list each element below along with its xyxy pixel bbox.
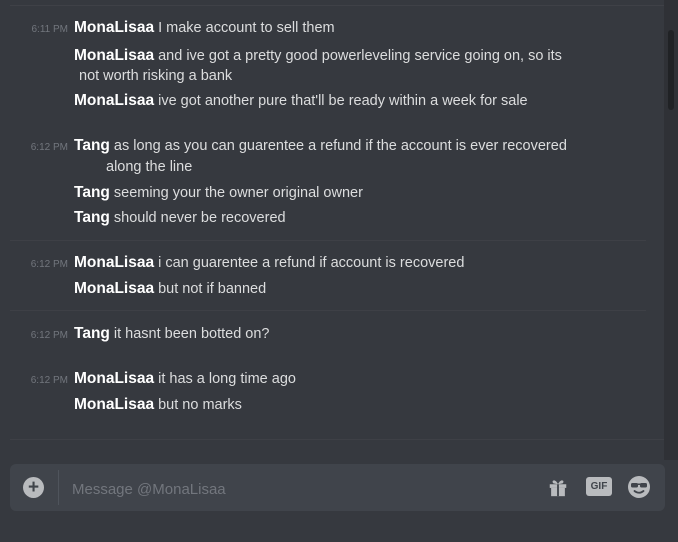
message-timestamp: 6:11 PM: [31, 24, 69, 35]
message-line: MonaLisaa ive got another pure that'll be…: [74, 91, 604, 111]
message-line: Tang seeming your the owner original owne…: [74, 183, 604, 203]
message-text: not worth risking a bank: [79, 68, 233, 84]
message-line: Tang should never be recovered: [74, 208, 604, 228]
message-author[interactable]: MonaLisaa: [74, 370, 154, 387]
message-author[interactable]: MonaLisaa: [74, 396, 154, 413]
message-author[interactable]: MonaLisaa: [74, 19, 154, 36]
message-text: and ive got a pretty good powerleveling …: [158, 48, 562, 64]
message-divider: [10, 310, 646, 311]
message-line-wrap: along the line: [106, 157, 636, 177]
scrollbar-thumb[interactable]: [668, 30, 674, 110]
message-text: i can guarentee a refund if account is r…: [158, 255, 465, 271]
message-author[interactable]: Tang: [74, 137, 110, 154]
message-author[interactable]: Tang: [74, 184, 110, 201]
message-text: as long as you can guarentee a refund if…: [113, 138, 567, 154]
message-line: Tang as long as you can guarentee a refun…: [74, 136, 604, 156]
message-composer: + GIF: [10, 464, 665, 511]
message-text: ive got another pure that'll be ready wi…: [158, 93, 528, 109]
message-author[interactable]: MonaLisaa: [74, 254, 154, 271]
gift-icon[interactable]: [547, 476, 569, 498]
message-line: MonaLisaa it has a long time ago: [74, 369, 604, 389]
message-input[interactable]: [70, 477, 514, 501]
sunglasses-emoji-icon[interactable]: [627, 475, 651, 499]
message-text: seeming your the owner original owner: [113, 185, 363, 201]
message-text: should never be recovered: [113, 210, 286, 226]
message-author[interactable]: MonaLisaa: [74, 280, 154, 297]
message-timestamp: 6:12 PM: [30, 330, 68, 341]
message-timestamp: 6:12 PM: [30, 259, 68, 270]
message-line: MonaLisaa and ive got a pretty good power…: [74, 46, 604, 66]
message-author[interactable]: Tang: [74, 325, 110, 342]
message-text: but not if banned: [158, 281, 267, 297]
message-divider: [10, 240, 646, 241]
message-author[interactable]: MonaLisaa: [74, 47, 154, 64]
message-text: it hasnt been botted on?: [113, 326, 270, 342]
message-line: MonaLisaa I make account to sell them: [74, 18, 604, 38]
message-timestamp: 6:12 PM: [30, 142, 68, 153]
scrollbar[interactable]: [664, 0, 678, 460]
message-timestamp: 6:12 PM: [30, 375, 68, 386]
message-line: MonaLisaa but not if banned: [74, 279, 604, 299]
plus-circle-icon[interactable]: +: [23, 477, 44, 498]
composer-divider: [10, 439, 664, 440]
message-text: but no marks: [158, 397, 242, 413]
gif-button[interactable]: GIF: [586, 477, 612, 496]
composer-separator: [58, 470, 59, 505]
message-line-wrap: not worth risking a bank: [79, 66, 609, 86]
message-line: Tang it hasnt been botted on?: [74, 324, 604, 344]
message-list[interactable]: 6:11 PM MonaLisaa I make account to sell …: [0, 0, 664, 455]
message-text: along the line: [106, 159, 193, 175]
message-line: MonaLisaa but no marks: [74, 395, 604, 415]
message-author[interactable]: Tang: [74, 209, 110, 226]
message-text: I make account to sell them: [158, 20, 335, 36]
message-text: it has a long time ago: [158, 371, 296, 387]
message-author[interactable]: MonaLisaa: [74, 92, 154, 109]
message-line: MonaLisaa i can guarentee a refund if acc…: [74, 253, 604, 273]
